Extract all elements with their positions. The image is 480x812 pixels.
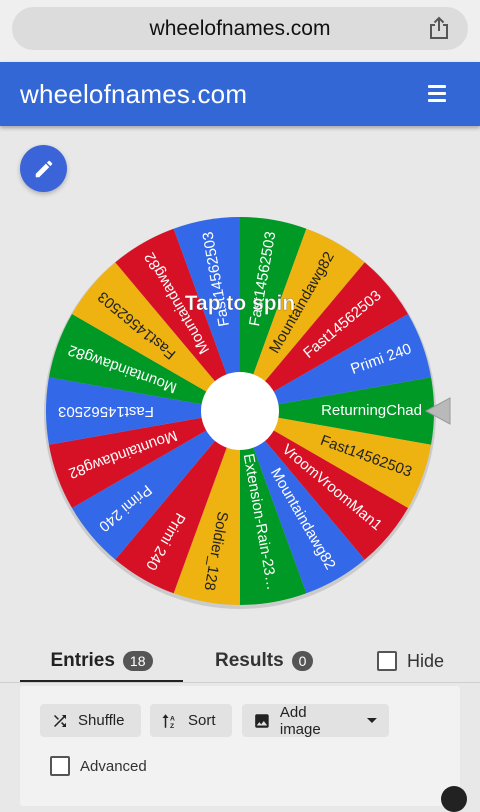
tab-results-label: Results	[215, 650, 284, 671]
tab-entries[interactable]: Entries 18	[20, 640, 183, 682]
sort-icon: A Z	[162, 713, 175, 729]
shuffle-icon	[54, 714, 66, 727]
advanced-checkbox[interactable]	[50, 756, 70, 776]
dropdown-arrow-icon	[367, 717, 378, 723]
advanced-toggle[interactable]: Advanced	[50, 756, 147, 776]
shuffle-label: Shuffle	[78, 712, 125, 729]
svg-text:A: A	[170, 715, 175, 722]
advanced-label: Advanced	[80, 757, 147, 775]
tab-entries-label: Entries	[50, 650, 115, 671]
hide-label: Hide	[407, 650, 445, 671]
hide-toggle[interactable]: Hide	[377, 640, 444, 682]
hide-checkbox[interactable]	[377, 651, 397, 671]
sort-label: Sort	[188, 712, 216, 729]
shuffle-button[interactable]: Shuffle	[40, 704, 141, 737]
results-count-badge: 0	[291, 651, 314, 671]
sort-button[interactable]: A Z Sort	[150, 704, 232, 737]
entries-count-badge: 18	[122, 651, 153, 671]
tap-to-spin-text[interactable]: Tap to spin	[184, 292, 295, 316]
add-image-label: Add image	[279, 703, 321, 738]
entries-panel: Shuffle A Z Sort Add image Advanced	[20, 686, 460, 806]
wheel-slice-label: Fast14562503	[58, 403, 154, 420]
wheel-slice-label: ReturningChad	[321, 402, 422, 419]
svg-text:Z: Z	[170, 722, 174, 729]
entries-results-tabs: Entries 18 Results 0 Hide	[20, 640, 460, 684]
wheel-hub[interactable]	[201, 372, 279, 450]
tabs-divider	[0, 682, 480, 683]
tab-results[interactable]: Results 0	[215, 640, 314, 682]
image-icon	[255, 713, 269, 728]
floating-action-indicator	[441, 786, 467, 812]
add-image-button[interactable]: Add image	[242, 703, 389, 738]
